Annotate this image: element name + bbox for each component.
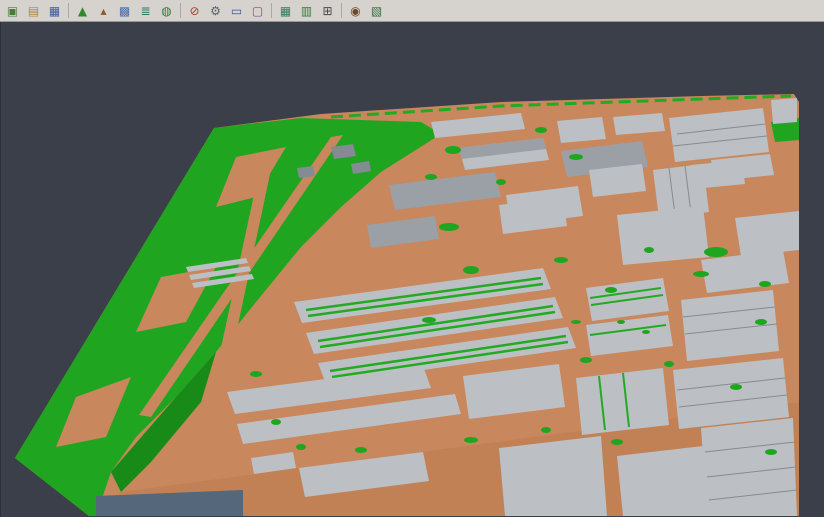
new-scene-icon[interactable]: ▣ [3,1,22,20]
fullscreen-icon[interactable]: ▭ [227,1,246,20]
sphere-icon[interactable]: ◉ [346,1,365,20]
imagery-icon[interactable]: ▩ [115,1,134,20]
save-icon[interactable]: ▦ [45,1,64,20]
3d-viewport[interactable] [0,22,824,517]
mountain-icon[interactable]: ▴ [94,1,113,20]
gear-icon[interactable]: ⚙ [206,1,225,20]
layers-icon[interactable]: ≣ [136,1,155,20]
terrain-icon[interactable]: ▲ [73,1,92,20]
toolbar-separator [341,3,342,18]
main-toolbar: ▣▤▦▲▴▩≣◍⊘⚙▭▢▦▥⊞◉▧ [0,0,824,22]
grid-icon[interactable]: ▦ [276,1,295,20]
remove-icon[interactable]: ⊘ [185,1,204,20]
print-icon[interactable]: ⊞ [318,1,337,20]
stats-icon[interactable]: ▧ [367,1,386,20]
toolbar-separator [180,3,181,18]
toolbar-separator [271,3,272,18]
toolbar-separator [68,3,69,18]
histogram-icon[interactable]: ▥ [297,1,316,20]
crop-icon[interactable]: ▢ [248,1,267,20]
point-cloud-viewer-window: ▣▤▦▲▴▩≣◍⊘⚙▭▢▦▥⊞◉▧ [0,0,824,517]
open-icon[interactable]: ▤ [24,1,43,20]
classified-point-cloud-scene [1,22,824,517]
globe-icon[interactable]: ◍ [157,1,176,20]
